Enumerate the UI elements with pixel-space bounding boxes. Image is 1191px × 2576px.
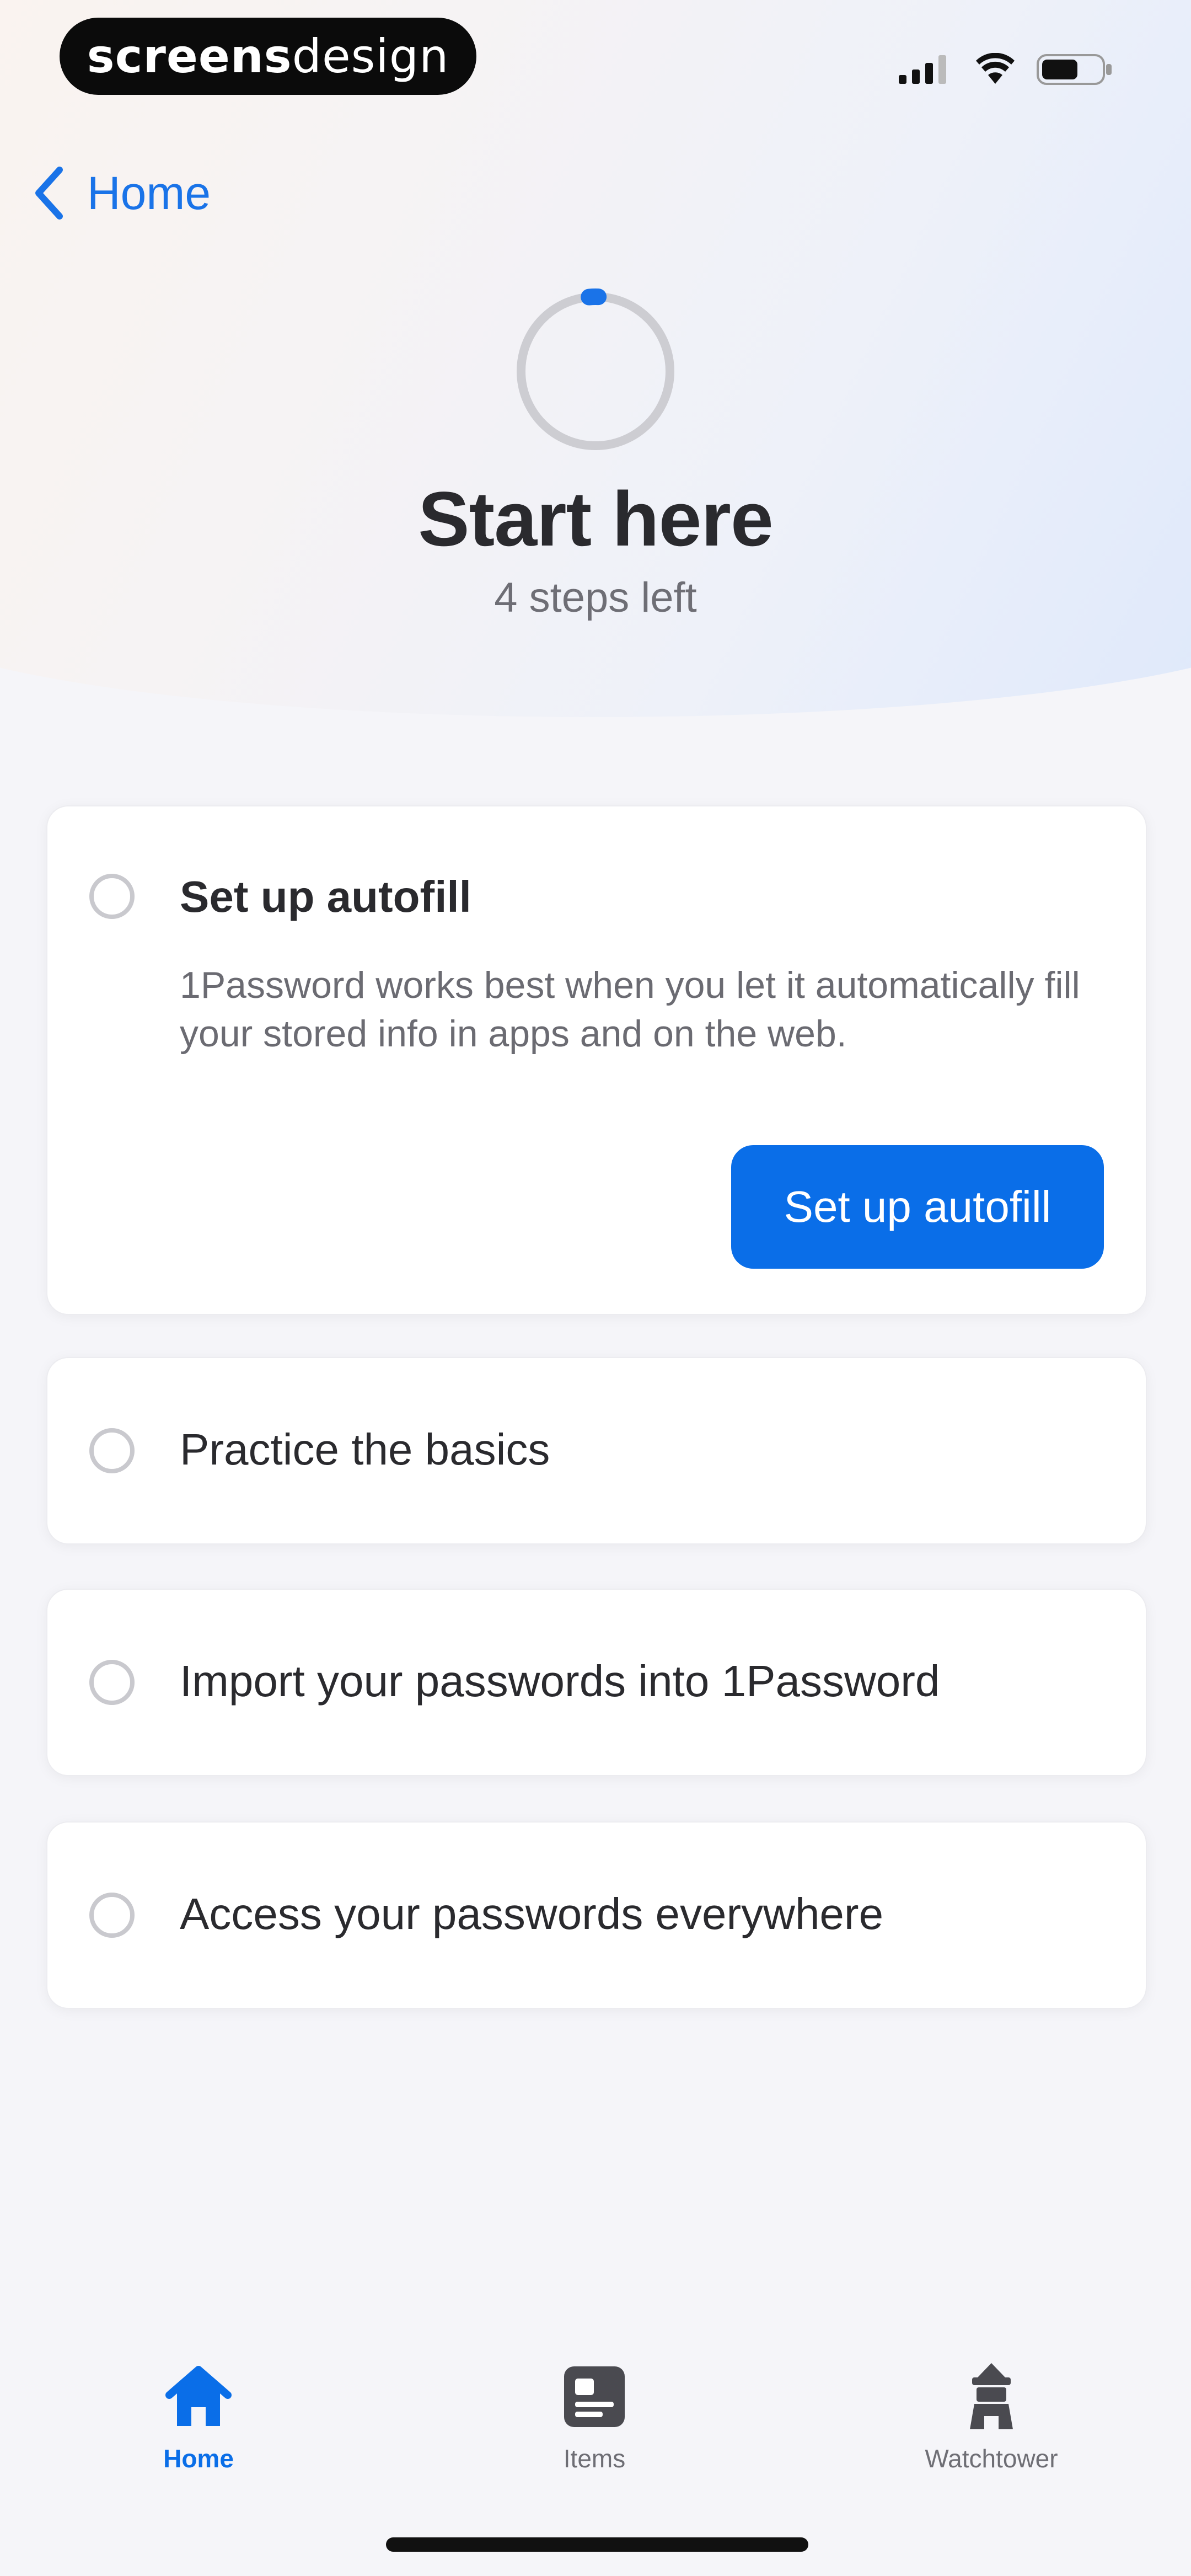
step-radio-practice-basics[interactable]: [89, 1428, 135, 1473]
tab-home[interactable]: Home: [88, 2361, 309, 2473]
home-icon: [165, 2366, 232, 2426]
back-button-label: Home: [87, 167, 211, 219]
items-icon: [564, 2366, 625, 2427]
brand-text-thin: design: [292, 29, 449, 83]
back-button[interactable]: Home: [33, 160, 211, 226]
set-up-autofill-button[interactable]: Set up autofill: [731, 1145, 1104, 1269]
app-screen: screensdesign Home Start here 4 steps le…: [0, 0, 1191, 2576]
step-card-access-everywhere[interactable]: Access your passwords everywhere: [46, 1821, 1147, 2009]
status-bar: screensdesign: [0, 0, 1191, 110]
steps-remaining-label: 4 steps left: [494, 574, 697, 621]
tab-watchtower-label: Watchtower: [925, 2444, 1058, 2473]
step-card-autofill: Set up autofill 1Password works best whe…: [46, 805, 1147, 1315]
step-description-autofill: 1Password works best when you let it aut…: [180, 964, 1080, 1055]
step-card-practice-basics[interactable]: Practice the basics: [46, 1357, 1147, 1544]
progress-ring: [513, 288, 678, 454]
home-indicator: [386, 2537, 808, 2552]
watchtower-icon: [970, 2363, 1013, 2429]
tab-home-label: Home: [163, 2444, 234, 2473]
step-title-practice-basics: Practice the basics: [180, 1425, 550, 1474]
battery-icon: [1037, 54, 1112, 85]
brand-text-bold: screens: [87, 29, 292, 83]
chevron-left-icon: [35, 167, 63, 220]
step-title-autofill: Set up autofill: [180, 872, 471, 921]
progress-ring-fill: [513, 288, 678, 454]
step-title-access-everywhere: Access your passwords everywhere: [180, 1889, 884, 1938]
step-radio-autofill[interactable]: [89, 874, 135, 919]
tab-bar: Home Items Watchtower: [0, 2328, 1191, 2504]
tab-watchtower[interactable]: Watchtower: [881, 2361, 1102, 2473]
step-radio-access-everywhere[interactable]: [89, 1893, 135, 1938]
brand-watermark: screensdesign: [60, 18, 476, 95]
step-radio-import-passwords[interactable]: [89, 1660, 135, 1705]
step-title-import-passwords: Import your passwords into 1Password: [180, 1656, 940, 1706]
tab-items[interactable]: Items: [484, 2361, 705, 2473]
page-title: Start here: [418, 475, 774, 562]
cellular-signal-icon: [899, 55, 946, 84]
tab-items-label: Items: [563, 2444, 626, 2473]
step-card-import-passwords[interactable]: Import your passwords into 1Password: [46, 1589, 1147, 1776]
wifi-icon: [976, 53, 1015, 84]
brand-text: screensdesign: [87, 29, 449, 83]
